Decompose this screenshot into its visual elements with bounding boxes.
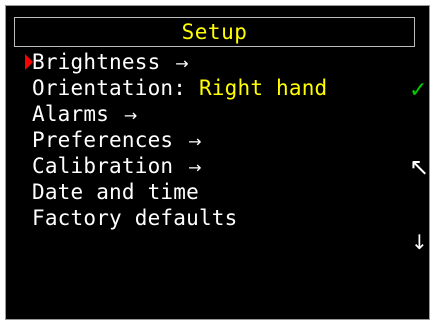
arrow-down-icon[interactable]: ↓ — [411, 232, 428, 252]
submenu-arrow-icon: → — [188, 132, 202, 151]
screen-title: Setup — [181, 19, 248, 44]
device-screen: Setup Brightness → Orientation: Right ha… — [5, 5, 430, 320]
menu-item-label: Orientation: — [32, 76, 187, 100]
menu-item-label: Alarms — [32, 102, 110, 126]
menu-item-preferences[interactable]: Preferences → — [32, 127, 327, 153]
menu-item-factory-defaults[interactable]: Factory defaults — [32, 205, 327, 231]
submenu-arrow-icon: → — [123, 106, 138, 125]
title-bar: Setup — [14, 17, 415, 47]
menu-item-alarms[interactable]: Alarms → — [32, 101, 327, 127]
menu-item-label: Preferences — [32, 128, 174, 152]
arrow-up-left-icon[interactable]: ↖ — [409, 155, 429, 179]
menu-item-label: Calibration — [32, 154, 174, 178]
check-icon[interactable]: ✓ — [409, 80, 427, 102]
menu-item-label: Date and time — [32, 180, 199, 204]
menu-item-brightness[interactable]: Brightness → — [32, 49, 327, 75]
menu-item-calibration[interactable]: Calibration → — [32, 153, 327, 179]
menu-item-orientation[interactable]: Orientation: Right hand — [32, 75, 327, 101]
submenu-arrow-icon: → — [175, 54, 189, 73]
setup-menu: Brightness → Orientation: Right hand Ala… — [32, 49, 327, 231]
submenu-arrow-icon: → — [188, 158, 202, 177]
menu-item-date-and-time[interactable]: Date and time — [32, 179, 327, 205]
menu-item-label: Brightness — [32, 50, 161, 74]
menu-item-label: Factory defaults — [32, 206, 238, 230]
orientation-value: Right hand — [198, 76, 328, 100]
